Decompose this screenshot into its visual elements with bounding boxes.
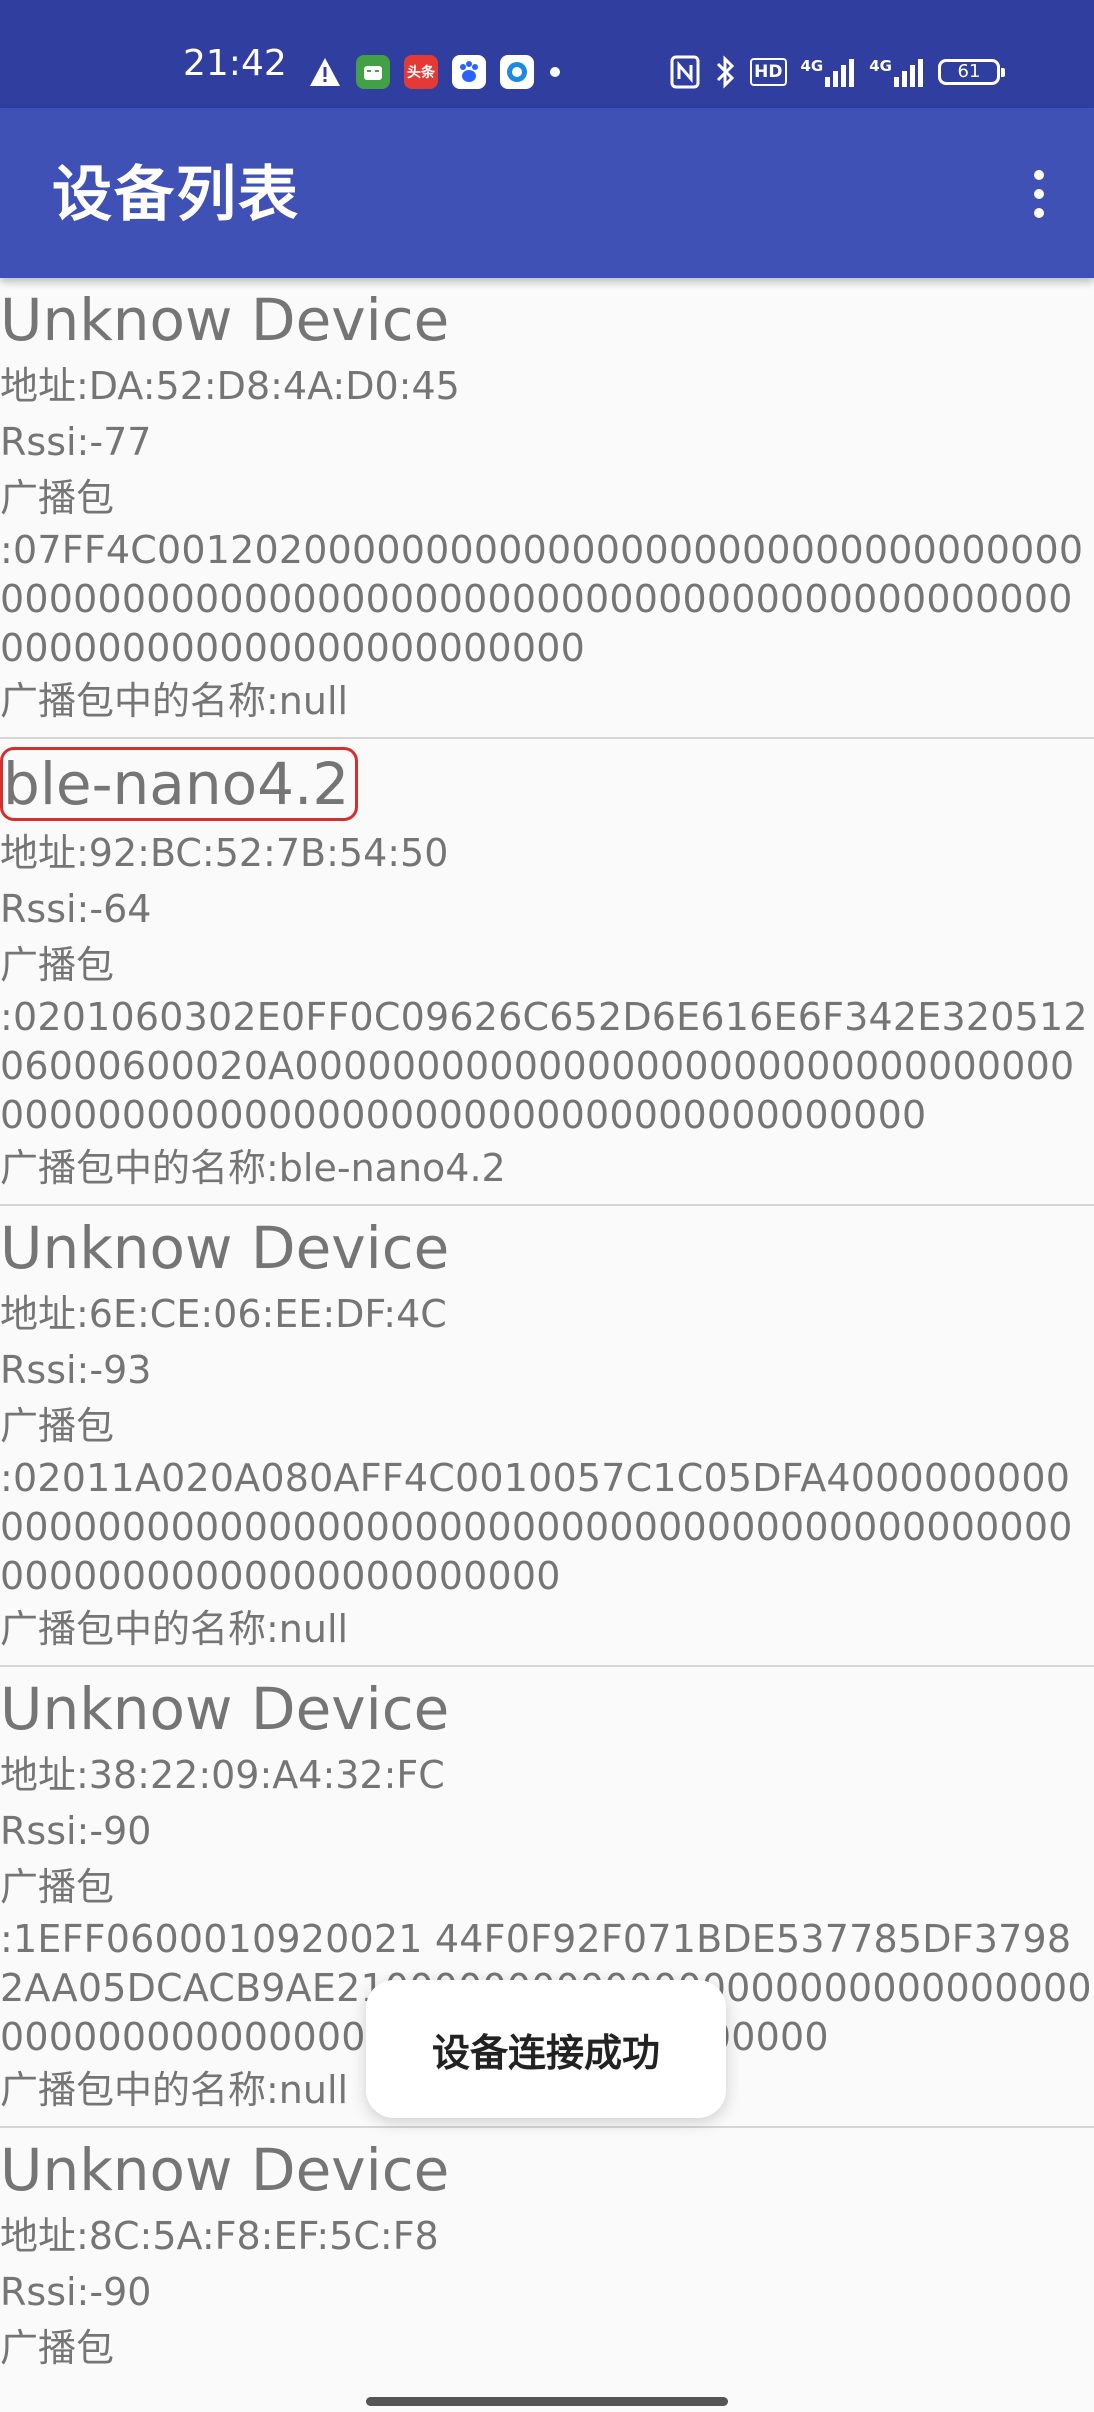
signal-4g-icon-2: 4G xyxy=(869,55,924,89)
device-rssi: Rssi:-90 xyxy=(0,2270,152,2314)
device-address: 地址:38:22:09:A4:32:FC xyxy=(0,1753,445,1797)
adv-name: 广播包中的名称:ble-nano4.2 xyxy=(0,1146,506,1190)
adv-label: 广播包 xyxy=(0,1404,115,1448)
navigation-bar xyxy=(0,2378,1094,2412)
bluetooth-icon xyxy=(714,55,736,89)
adv-name: 广播包中的名称:null xyxy=(0,679,349,723)
device-list-item[interactable]: ble-nano4.2 地址:92:BC:52:7B:54:50 Rssi:-6… xyxy=(0,739,1094,1206)
baidu-app-icon xyxy=(452,55,486,89)
adv-name: 广播包中的名称:null xyxy=(0,1607,349,1651)
hd-icon: HD xyxy=(750,58,787,86)
home-gesture-handle[interactable] xyxy=(366,2397,728,2406)
nfc-icon xyxy=(670,55,700,89)
more-vert-icon[interactable] xyxy=(1004,154,1074,234)
signal-4g-icon-1: 4G xyxy=(801,55,856,89)
device-address: 地址:92:BC:52:7B:54:50 xyxy=(0,831,449,875)
adv-data: :07FF4C001202000000000000000000000000000… xyxy=(0,528,1084,670)
device-name: Unknow Device xyxy=(0,2136,450,2204)
device-name-highlighted: ble-nano4.2 xyxy=(0,747,359,821)
device-list-item[interactable]: Unknow Device 地址:8C:5A:F8:EF:5C:F8 Rssi:… xyxy=(0,2128,1094,2378)
toast-message: 设备连接成功 xyxy=(366,1980,726,2118)
adv-data: :02011A020A080AFF4C0010057C1C05DFA400000… xyxy=(0,1456,1073,1598)
adv-data: :0201060302E0FF0C09626C652D6E616E6F342E3… xyxy=(0,995,1088,1137)
device-rssi: Rssi:-64 xyxy=(0,887,152,931)
adv-label: 广播包 xyxy=(0,2326,115,2370)
adv-label: 广播包 xyxy=(0,476,115,520)
status-time: 21:42 xyxy=(183,43,287,84)
device-list-item[interactable]: Unknow Device 地址:6E:CE:06:EE:DF:4C Rssi:… xyxy=(0,1206,1094,1667)
adv-label: 广播包 xyxy=(0,1865,115,1909)
dot-icon xyxy=(548,55,562,89)
device-rssi: Rssi:-90 xyxy=(0,1809,152,1853)
device-list-item[interactable]: Unknow Device 地址:DA:52:D8:4A:D0:45 Rssi:… xyxy=(0,278,1094,739)
status-bar: 21:42 头条 HD 4G 4G 61 xyxy=(0,0,1094,108)
device-rssi: Rssi:-77 xyxy=(0,420,152,464)
app-bar: 设备列表 xyxy=(0,108,1094,278)
toutiao-app-icon: 头条 xyxy=(404,55,438,89)
system-icons: HD 4G 4G 61 xyxy=(670,52,1014,92)
network-type-label-2: 4G xyxy=(869,57,892,75)
notification-icons: 头条 xyxy=(308,52,576,92)
warning-icon xyxy=(308,55,342,89)
device-address: 地址:8C:5A:F8:EF:5C:F8 xyxy=(0,2214,439,2258)
page-title: 设备列表 xyxy=(52,160,300,230)
battery-level: 61 xyxy=(938,59,1005,85)
adv-label: 广播包 xyxy=(0,943,115,987)
game-app-icon xyxy=(356,55,390,89)
device-name: Unknow Device xyxy=(0,286,450,354)
device-address: 地址:DA:52:D8:4A:D0:45 xyxy=(0,364,460,408)
browser-app-icon xyxy=(500,55,534,89)
battery-icon: 61 xyxy=(938,55,1005,89)
device-rssi: Rssi:-93 xyxy=(0,1348,152,1392)
device-name: Unknow Device xyxy=(0,1675,450,1743)
network-type-label-1: 4G xyxy=(800,57,824,75)
device-name: Unknow Device xyxy=(0,1214,450,1282)
device-address: 地址:6E:CE:06:EE:DF:4C xyxy=(0,1292,447,1336)
